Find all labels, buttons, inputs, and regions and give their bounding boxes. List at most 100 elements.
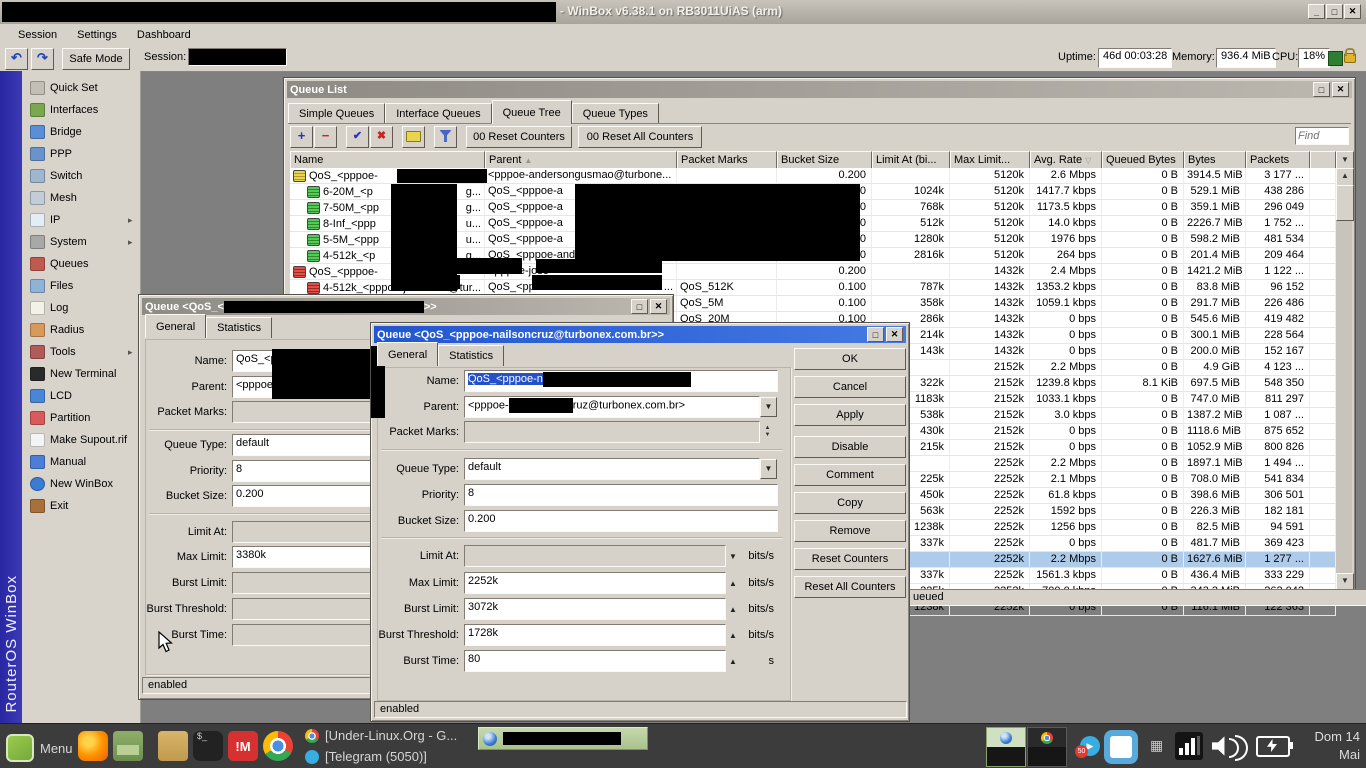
show-desktop-icon[interactable] <box>113 731 143 761</box>
max-limit-collapse-icon[interactable]: ▲ <box>726 579 740 588</box>
dialog-button[interactable]: Reset Counters <box>794 548 906 570</box>
filter-icon[interactable] <box>434 126 457 148</box>
sidebar-item[interactable]: Mesh <box>22 187 140 209</box>
sidebar-item[interactable]: Radius <box>22 319 140 341</box>
sidebar-item[interactable]: IP ▸ <box>22 209 140 231</box>
dialog-button[interactable]: Copy <box>794 492 906 514</box>
dialog-back-close-button[interactable]: ✕ <box>650 299 667 314</box>
dialog-button[interactable]: Reset All Counters <box>794 576 906 598</box>
queue-dialog-front-titlebar[interactable]: Queue <QoS_<pppoe-nailsoncruz@turbonex.c… <box>374 326 906 343</box>
sidebar-item[interactable]: Manual <box>22 451 140 473</box>
sidebar-item[interactable]: Partition <box>22 407 140 429</box>
telegram-tray-icon[interactable]: ▶ 50 <box>1080 736 1100 756</box>
queue-list-close-button[interactable]: ✕ <box>1332 82 1349 97</box>
tab-statistics[interactable]: Statistics <box>438 345 504 366</box>
firefox-icon[interactable] <box>78 731 108 761</box>
safe-mode-button[interactable]: Safe Mode <box>62 48 130 70</box>
remove-icon[interactable]: − <box>314 126 337 148</box>
sidebar-item[interactable]: Quick Set <box>22 77 140 99</box>
chrome-launcher-icon[interactable] <box>263 731 293 761</box>
reset-all-counters-button[interactable]: 00 Reset All Counters <box>578 126 702 148</box>
queue-list-tab[interactable]: Queue Tree <box>492 100 572 124</box>
session-field[interactable] <box>188 48 287 66</box>
undo-icon[interactable]: ↶ <box>5 48 28 70</box>
priority-input[interactable]: 8 <box>464 484 778 506</box>
max-limit-input[interactable]: 2252k <box>464 572 726 594</box>
workspace-1[interactable] <box>986 727 1026 767</box>
dialog-front-close-button[interactable]: ✕ <box>886 327 903 342</box>
disable-icon[interactable]: ✖ <box>370 126 393 148</box>
add-icon[interactable]: + <box>290 126 313 148</box>
bucket-size-input[interactable]: 0.200 <box>464 510 778 532</box>
app-maximize-button[interactable]: □ <box>1326 4 1343 19</box>
queue-list-tab[interactable]: Interface Queues <box>385 103 491 124</box>
queue-list-tab[interactable]: Queue Types <box>572 103 659 124</box>
enable-icon[interactable]: ✔ <box>346 126 369 148</box>
sidebar-item[interactable]: New WinBox <box>22 473 140 495</box>
winbox-launcher-icon[interactable]: !M <box>228 731 258 761</box>
packet-marks-input[interactable] <box>464 421 760 443</box>
dialog-button[interactable]: OK <box>794 348 906 370</box>
sidebar-item[interactable]: Queues <box>22 253 140 275</box>
taskbar-window-button[interactable]: [Under-Linux.Org - G... <box>305 728 457 743</box>
queue-dialog-back-titlebar[interactable]: Queue <QoS_< >> □ ✕ <box>142 298 670 315</box>
sidebar-item[interactable]: Exit <box>22 495 140 517</box>
tray-app-icon[interactable]: ▦ <box>1150 737 1163 754</box>
scrollbar-thumb[interactable] <box>1336 185 1354 221</box>
menu-item[interactable]: Settings <box>67 27 127 44</box>
sidebar-item[interactable]: New Terminal <box>22 363 140 385</box>
burst-threshold-input[interactable]: 1728k <box>464 624 726 646</box>
sidebar-item[interactable]: Interfaces <box>22 99 140 121</box>
dialog-back-maximize-button[interactable]: □ <box>631 299 648 314</box>
sidebar-item[interactable]: Tools ▸ <box>22 341 140 363</box>
app-close-button[interactable]: ✕ <box>1344 4 1361 19</box>
menu-item[interactable]: Session <box>8 27 67 44</box>
queue-list-tab[interactable]: Simple Queues <box>288 103 385 124</box>
tab-statistics[interactable]: Statistics <box>206 317 272 338</box>
volume-icon[interactable] <box>1212 734 1248 758</box>
queue-list-maximize-button[interactable]: □ <box>1313 82 1330 97</box>
packet-marks-spinner[interactable]: ▲▼ <box>760 425 775 439</box>
file-manager-icon[interactable] <box>158 731 188 761</box>
name-input[interactable]: QoS_<pppoe-n <box>464 370 778 392</box>
terminal-launcher-icon[interactable]: $_ <box>193 731 223 761</box>
app-minimize-button[interactable]: _ <box>1308 4 1325 19</box>
table-scrollbar[interactable] <box>1336 168 1352 589</box>
dialog-button[interactable]: Disable <box>794 436 906 458</box>
sidebar-item[interactable]: Bridge <box>22 121 140 143</box>
taskbar-window-button[interactable]: [Telegram (5050)] <box>305 749 427 764</box>
scroll-up-icon[interactable]: ▲ <box>1336 168 1354 186</box>
sidebar-item[interactable]: Make Supout.rif <box>22 429 140 451</box>
burst-limit-input[interactable]: 3072k <box>464 598 726 620</box>
queue-type-dropdown-icon[interactable]: ▼ <box>760 459 777 479</box>
sidebar-item[interactable]: Switch <box>22 165 140 187</box>
sidebar-item[interactable]: Files <box>22 275 140 297</box>
find-input[interactable] <box>1295 127 1349 145</box>
sidebar-item[interactable]: PPP <box>22 143 140 165</box>
clock[interactable]: Dom 14 Mai 18:34:48 <box>1292 728 1360 768</box>
menu-item[interactable]: Dashboard <box>127 27 201 44</box>
sidebar-item[interactable]: LCD <box>22 385 140 407</box>
limit-at-expand-icon[interactable]: ▼ <box>726 552 740 561</box>
burst-time-input[interactable]: 80 <box>464 650 726 672</box>
burst-threshold-collapse-icon[interactable]: ▲ <box>726 631 740 640</box>
network-signal-icon[interactable] <box>1175 732 1203 760</box>
screenshare-tray-icon[interactable] <box>1104 730 1138 764</box>
redo-icon[interactable]: ↷ <box>31 48 54 70</box>
limit-at-input[interactable] <box>464 545 726 567</box>
dialog-button[interactable]: Apply <box>794 404 906 426</box>
burst-time-collapse-icon[interactable]: ▲ <box>726 657 740 666</box>
dialog-front-maximize-button[interactable]: □ <box>867 327 884 342</box>
tab-general[interactable]: General <box>145 314 206 338</box>
tab-general[interactable]: General <box>377 342 438 366</box>
parent-input[interactable]: <pppoe-ruz@turbonex.com.br> <box>464 396 760 418</box>
burst-limit-collapse-icon[interactable]: ▲ <box>726 605 740 614</box>
dialog-button[interactable]: Remove <box>794 520 906 542</box>
dialog-button[interactable]: Comment <box>794 464 906 486</box>
workspace-2[interactable] <box>1027 727 1067 767</box>
mint-menu-button[interactable]: Menu <box>6 734 73 762</box>
queue-type-select[interactable]: default <box>464 458 760 480</box>
sidebar-item[interactable]: Log <box>22 297 140 319</box>
dialog-button[interactable]: Cancel <box>794 376 906 398</box>
parent-dropdown-icon[interactable]: ▼ <box>760 397 777 417</box>
